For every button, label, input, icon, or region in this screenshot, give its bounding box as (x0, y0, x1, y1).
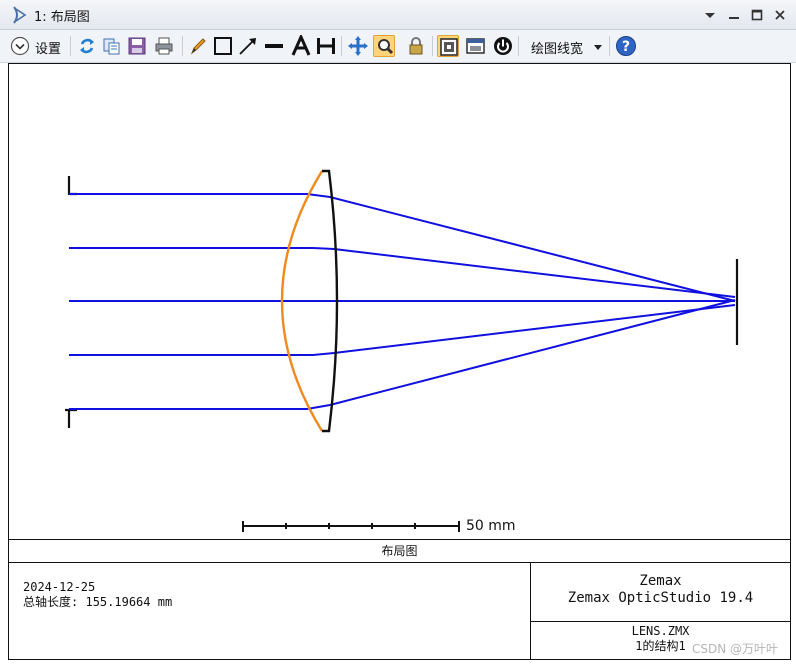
close-icon[interactable] (771, 6, 789, 24)
settings-button[interactable]: 设置 (35, 38, 61, 57)
watermark: CSDN @万叶叶 (692, 642, 779, 656)
zoom-icon[interactable] (373, 35, 395, 57)
pencil-icon[interactable] (187, 35, 209, 57)
product-name: Zemax OpticStudio 19.4 (567, 590, 754, 606)
plot-caption: 布局图 (381, 544, 418, 558)
toolbar-separator (182, 36, 183, 56)
lens-icon (13, 6, 27, 24)
total-length-label: 总轴长度: (23, 595, 79, 609)
info-right-block: Zemax Zemax OpticStudio 19.4 (531, 573, 790, 607)
line-width-dropdown[interactable]: 绘图线宽 (531, 38, 583, 57)
chevron-down-icon[interactable] (594, 45, 602, 51)
refresh-icon[interactable] (76, 35, 98, 57)
power-icon[interactable] (492, 35, 514, 57)
lock-icon[interactable] (405, 35, 427, 57)
info-divider-horizontal (530, 621, 790, 622)
line-icon[interactable] (263, 35, 285, 57)
copy-icon[interactable] (101, 35, 123, 57)
window-icon[interactable] (465, 35, 487, 57)
print-icon[interactable] (153, 35, 175, 57)
pan-icon[interactable] (347, 35, 369, 57)
aperture-stop-bottom (65, 408, 77, 428)
toolbar-separator (609, 36, 610, 56)
total-length-value: 155.19664 mm (85, 595, 173, 609)
maximize-icon[interactable] (748, 6, 766, 24)
toolbar-separator (341, 36, 342, 56)
window-title-bar: 1: 布局图 (0, 0, 796, 30)
ray-bundle (69, 193, 736, 410)
window-title: 1: 布局图 (34, 10, 90, 25)
dropdown-arrow-icon[interactable] (701, 6, 719, 24)
total-length-row: 总轴长度: 155.19664 mm (23, 595, 172, 610)
toolbar-separator (70, 36, 71, 56)
ray-4 (69, 304, 736, 356)
toolbar: 设置 绘图线宽 ? (0, 30, 796, 63)
rectangle-icon[interactable] (212, 35, 234, 57)
help-icon[interactable]: ? (615, 35, 637, 57)
aperture-stop-top (67, 176, 77, 196)
arrow-icon[interactable] (237, 35, 259, 57)
scale-bar (242, 521, 460, 532)
company-name: Zemax (639, 573, 682, 589)
info-left-block: 2024-12-25 总轴长度: 155.19664 mm (23, 580, 172, 610)
dimension-icon[interactable] (315, 35, 337, 57)
ray-2 (69, 247, 736, 298)
scale-bar-label: 50 mm (466, 518, 516, 534)
layout-plot-panel: 50 mm 布局图 2024-12-25 总轴长度: 155.19664 mm … (8, 63, 791, 660)
optical-layout-canvas[interactable] (9, 64, 790, 539)
text-icon[interactable] (290, 35, 312, 57)
fit-icon[interactable] (437, 35, 459, 57)
toolbar-separator (518, 36, 519, 56)
settings-chevron-icon[interactable] (9, 35, 31, 57)
toolbar-separator (432, 36, 433, 56)
plot-date: 2024-12-25 (23, 580, 96, 594)
save-icon[interactable] (126, 35, 148, 57)
file-name: LENS.ZMX (631, 624, 690, 638)
minimize-icon[interactable] (725, 6, 743, 24)
svg-text:?: ? (622, 39, 630, 55)
plot-caption-row: 布局图 (9, 539, 790, 563)
